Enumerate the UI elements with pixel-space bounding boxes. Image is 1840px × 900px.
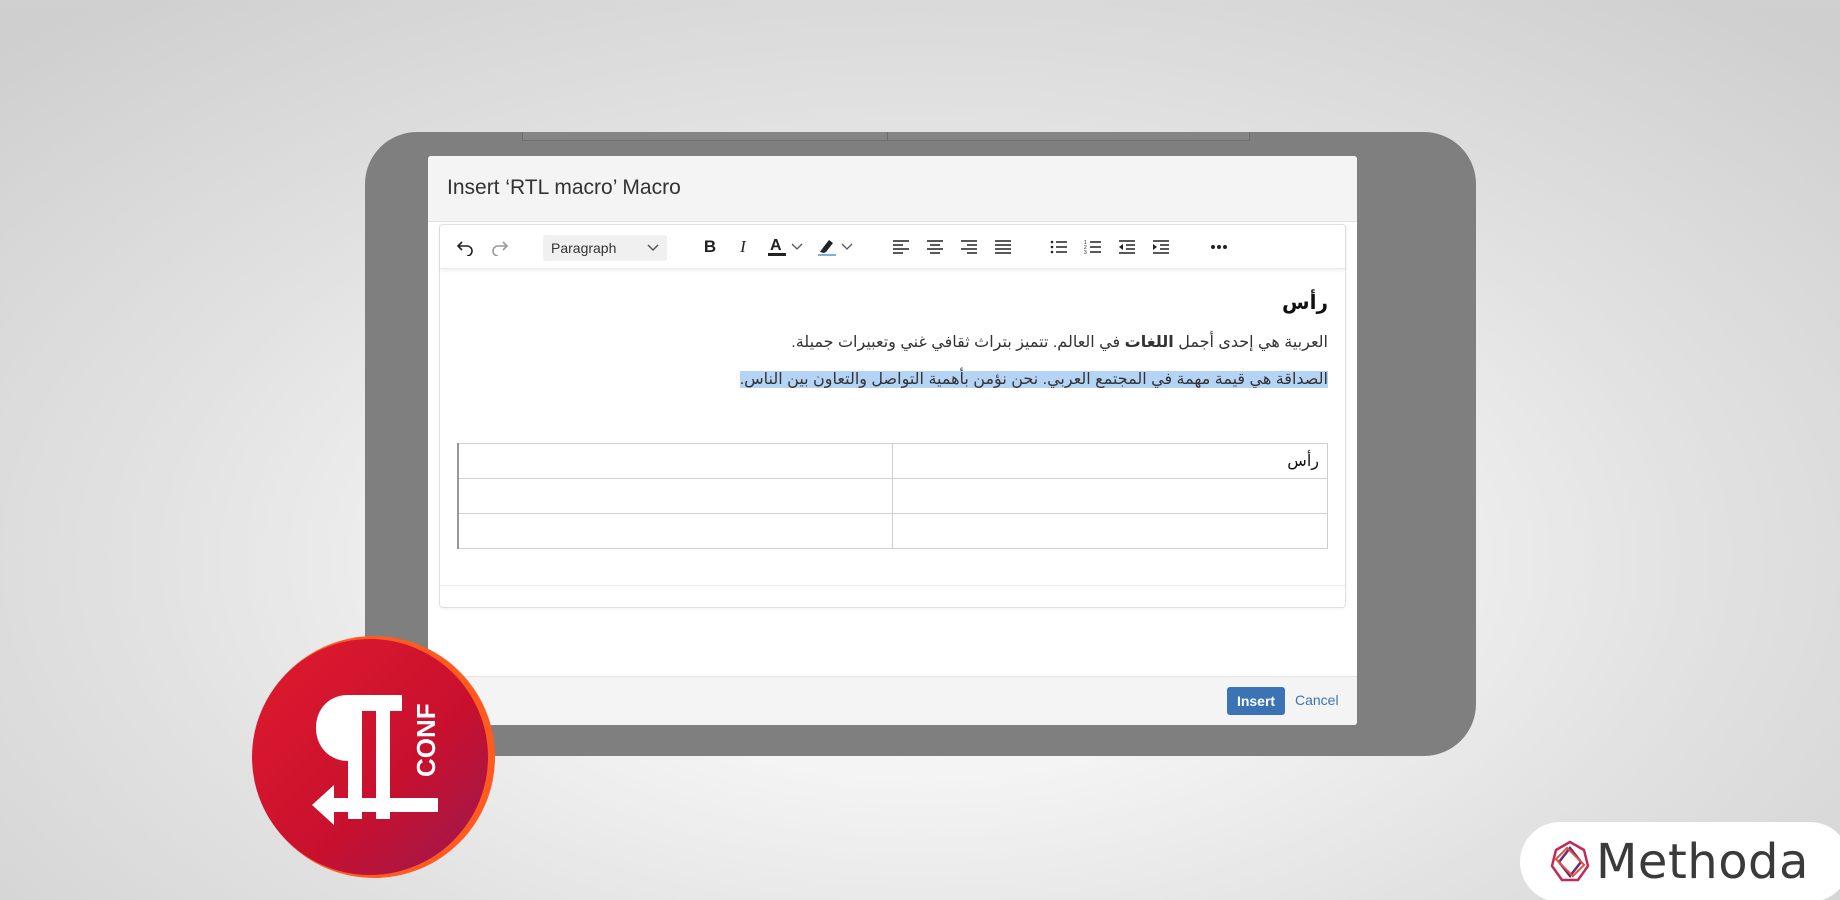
align-center-icon[interactable] [925, 235, 945, 259]
bullet-list-icon[interactable] [1049, 235, 1069, 259]
background-page-sliver [522, 132, 1250, 141]
table-row [457, 513, 1328, 549]
table-cell[interactable] [892, 478, 1328, 514]
highlight-icon [818, 240, 836, 256]
align-justify-icon[interactable] [993, 235, 1013, 259]
paragraph-1-start: العربية هي إحدى أجمل [1173, 334, 1328, 351]
insert-button[interactable]: Insert [1227, 687, 1285, 715]
rich-text-editor: Paragraph B I A 1 2 3 رأس العربية هي إحد… [439, 224, 1346, 608]
dialog-footer: Insert Cancel [428, 676, 1357, 725]
table-row: رأس [457, 443, 1328, 479]
paragraph-2-selected: الصداقة هي قيمة مهمة في المجتمع العربي. … [457, 369, 1328, 389]
undo-icon[interactable] [454, 235, 476, 259]
table-cell[interactable] [457, 443, 894, 479]
redo-icon[interactable] [489, 235, 511, 259]
content-table[interactable]: رأس [457, 443, 1328, 549]
rtl-conf-logo: CONF [252, 636, 495, 878]
paragraph-1-bold: اللغات [1124, 334, 1174, 351]
more-icon[interactable] [1207, 235, 1231, 259]
editor-toolbar: Paragraph B I A 1 2 3 [440, 225, 1345, 269]
editor-content[interactable]: رأس العربية هي إحدى أجمل اللغات في العال… [440, 270, 1345, 389]
dialog-header: Insert ‘RTL macro’ Macro [428, 156, 1357, 222]
table-cell[interactable]: رأس [892, 443, 1328, 479]
cancel-link[interactable]: Cancel [1295, 692, 1339, 708]
chevron-down-icon [791, 243, 803, 250]
methoda-badge: Methoda [1520, 822, 1840, 900]
svg-text:3: 3 [1084, 250, 1087, 255]
table-cell[interactable] [457, 478, 894, 514]
logo-conf-text: CONF [411, 703, 441, 777]
text-color-button[interactable]: A [765, 235, 805, 259]
paragraph-select-label: Paragraph [551, 240, 617, 256]
table-cell[interactable] [457, 513, 894, 549]
macro-dialog: Insert ‘RTL macro’ Macro Paragraph B I A [428, 156, 1357, 725]
editor-status-bar [440, 585, 1345, 607]
paragraph-1-end: في العالم. تتميز بتراث ثقافي غني وتعبيرا… [791, 334, 1125, 351]
text-color-icon: A [768, 237, 786, 256]
italic-icon[interactable]: I [733, 235, 753, 259]
methoda-wordmark: Methoda [1596, 834, 1809, 890]
align-left-icon[interactable] [891, 235, 911, 259]
numbered-list-icon[interactable]: 123 [1083, 235, 1103, 259]
dialog-title: Insert ‘RTL macro’ Macro [447, 176, 681, 199]
outdent-icon[interactable] [1117, 235, 1137, 259]
chevron-down-icon [647, 244, 659, 252]
align-right-icon[interactable] [959, 235, 979, 259]
paragraph-2-text: الصداقة هي قيمة مهمة في المجتمع العربي. … [739, 371, 1328, 388]
paragraph-format-select[interactable]: Paragraph [543, 235, 667, 261]
chevron-down-icon [841, 243, 853, 250]
bold-icon[interactable]: B [700, 235, 720, 259]
table-row [457, 478, 1328, 514]
paragraph-1: العربية هي إحدى أجمل اللغات في العالم. ت… [457, 332, 1328, 352]
indent-icon[interactable] [1151, 235, 1171, 259]
svg-text:A: A [770, 237, 782, 254]
content-heading: رأس [1282, 292, 1328, 314]
highlight-button[interactable] [815, 235, 855, 259]
methoda-logo-icon [1550, 840, 1590, 882]
table-cell[interactable] [892, 513, 1328, 549]
